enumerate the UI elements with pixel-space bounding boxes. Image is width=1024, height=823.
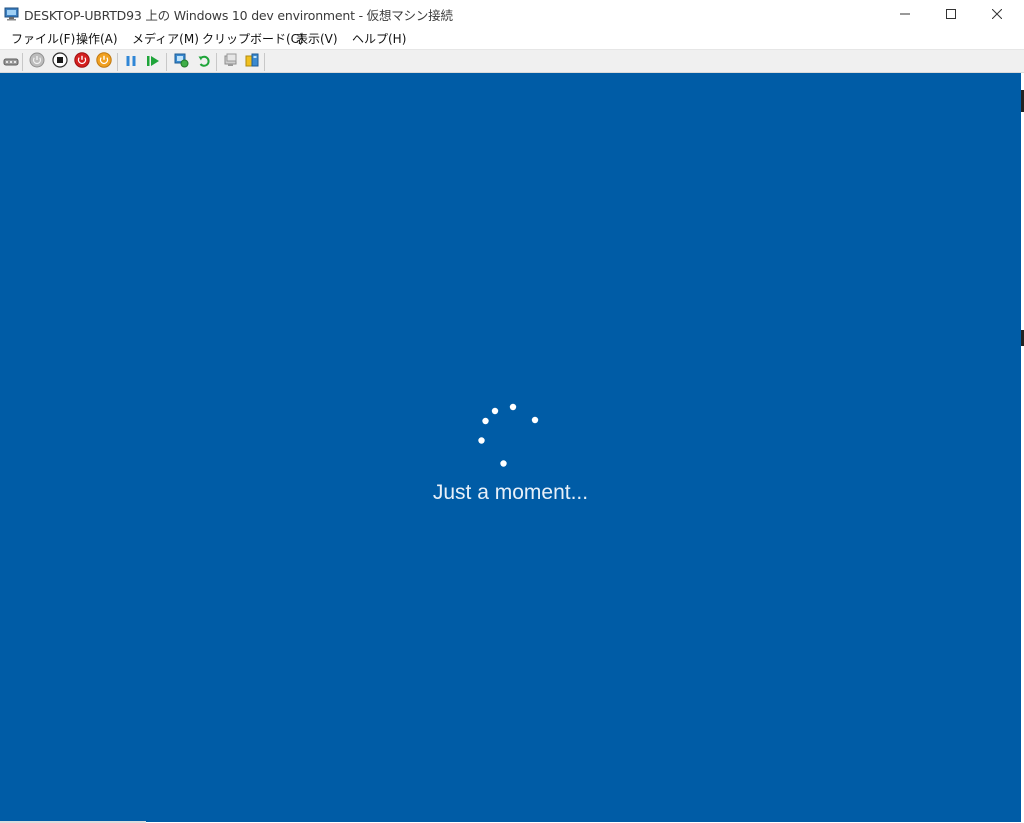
vm-connection-icon: [4, 6, 20, 21]
spinner-dot: [531, 416, 539, 424]
maximize-icon: [946, 4, 956, 23]
vm-connection-window: DESKTOP-UBRTD93 上の Windows 10 dev enviro…: [0, 0, 1024, 823]
loading-message: Just a moment...: [432, 481, 589, 504]
save-button[interactable]: [95, 52, 113, 72]
start-button[interactable]: [28, 52, 46, 72]
minimize-icon: [900, 4, 910, 23]
start-icon: [29, 52, 45, 72]
close-icon: [991, 4, 1003, 23]
revert-button[interactable]: [195, 53, 213, 71]
spinner-dot: [500, 460, 507, 467]
menu-help[interactable]: ヘルプ(H): [350, 30, 408, 47]
pause-button[interactable]: [122, 53, 140, 71]
spinner-dot: [482, 417, 489, 425]
window-title: DESKTOP-UBRTD93 上の Windows 10 dev enviro…: [24, 8, 453, 23]
pause-icon: [124, 53, 138, 72]
toolbar-separator: [117, 53, 118, 71]
toolbar-separator: [264, 53, 265, 71]
ctrl-alt-del-button[interactable]: [2, 53, 20, 71]
vm-display[interactable]: Just a moment...: [0, 73, 1021, 822]
checkpoint-icon: [173, 52, 189, 72]
spinner-dot: [491, 407, 499, 415]
enhanced-session-button[interactable]: [222, 53, 240, 71]
title-bar[interactable]: DESKTOP-UBRTD93 上の Windows 10 dev enviro…: [0, 0, 1024, 27]
share-icon: [244, 52, 260, 72]
share-button[interactable]: [243, 53, 261, 71]
spinner-dots: [478, 403, 539, 467]
shut-down-button[interactable]: [73, 52, 91, 72]
menu-view[interactable]: 表示(V): [294, 30, 340, 47]
close-button[interactable]: [974, 0, 1020, 27]
spinner-dot: [478, 437, 485, 444]
ctrl-alt-del-icon: [3, 53, 19, 72]
turn-off-button[interactable]: [51, 52, 69, 72]
spinner-dot: [509, 403, 517, 411]
toolbar-separator: [216, 53, 217, 71]
shut-down-icon: [74, 52, 90, 72]
menu-media[interactable]: メディア(M): [130, 30, 201, 47]
resume-button[interactable]: [144, 53, 162, 71]
save-icon: [96, 52, 112, 72]
turn-off-icon: [52, 52, 68, 72]
toolbar-separator: [22, 53, 23, 71]
maximize-button[interactable]: [928, 0, 974, 27]
toolbar: [0, 49, 1024, 73]
revert-icon: [197, 53, 211, 72]
menu-clipboard[interactable]: クリップボード(C): [200, 30, 306, 47]
checkpoint-button[interactable]: [172, 53, 190, 71]
enhanced-session-icon: [223, 52, 239, 72]
minimize-button[interactable]: [882, 0, 928, 27]
menu-file[interactable]: ファイル(F): [9, 30, 77, 47]
toolbar-separator: [166, 53, 167, 71]
menu-bar: ファイル(F) 操作(A) メディア(M) クリップボード(C) 表示(V) ヘ…: [0, 27, 1024, 49]
menu-action[interactable]: 操作(A): [74, 30, 120, 47]
resume-icon: [145, 53, 161, 72]
loading-spinner: [478, 403, 539, 467]
